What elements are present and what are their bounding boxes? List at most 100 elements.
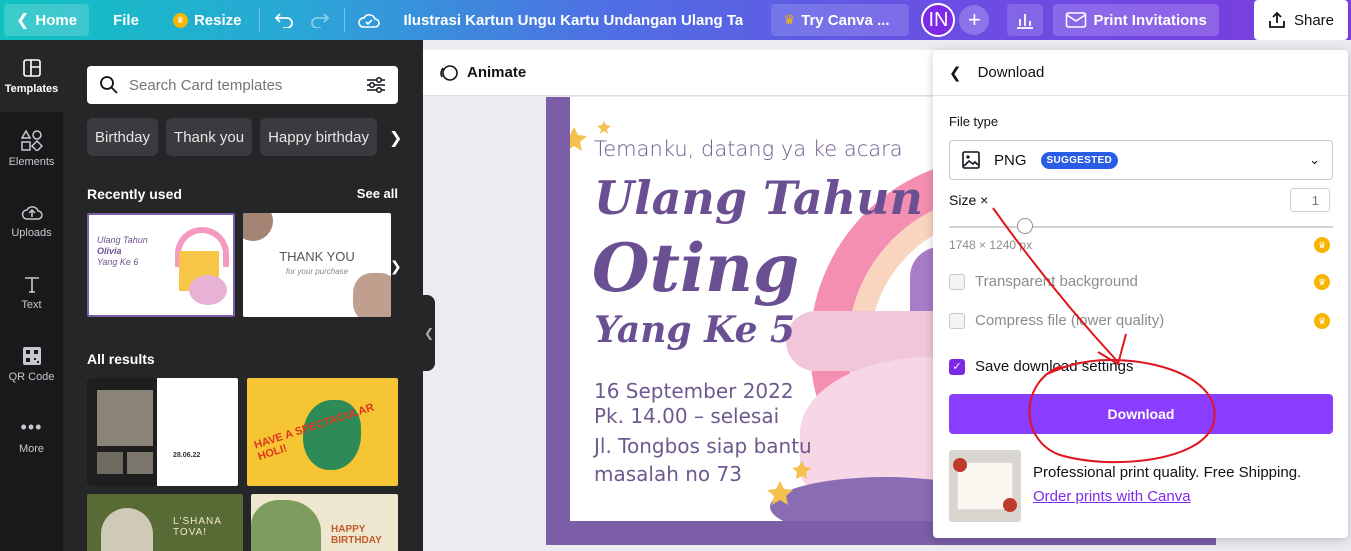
animate-button[interactable]: Animate [439, 63, 526, 83]
photo [97, 452, 123, 474]
templates-icon [22, 58, 41, 77]
chevron-right-icon[interactable]: ❯ [389, 128, 402, 148]
rail-item-elements[interactable]: Elements [0, 112, 63, 184]
back-arrow-icon[interactable]: ❮ [949, 64, 962, 82]
chip-thank-you[interactable]: Thank you [166, 118, 253, 156]
rose-graphic [953, 458, 967, 472]
cloud-save-status[interactable] [351, 4, 387, 36]
chevron-down-icon: ⌄ [1309, 152, 1320, 167]
order-prints-link[interactable]: Order prints with Canva [1033, 488, 1191, 505]
promo-text: Professional print quality. Free Shippin… [1033, 464, 1302, 481]
size-input[interactable]: 1 [1290, 188, 1330, 212]
chip-happy-birthday[interactable]: Happy birthday [260, 118, 377, 156]
add-collaborator-button[interactable]: + [959, 5, 990, 35]
tree-graphic [251, 500, 321, 551]
unicorn-graphic [189, 275, 227, 305]
event-date: 16 September 2022 [594, 379, 794, 403]
recent-template-2[interactable]: THANK YOU for your purchase [243, 213, 391, 317]
home-label: Home [35, 11, 78, 29]
download-panel: ❮ Download File type PNG SUGGESTED ⌄ Siz… [933, 50, 1348, 538]
option-label: Transparent background [975, 273, 1138, 290]
chip-birthday[interactable]: Birthday [87, 118, 159, 156]
envelope-icon [1066, 12, 1087, 28]
rail-label: QR Code [8, 370, 55, 383]
size-slider-track[interactable] [949, 226, 1333, 228]
size-slider-knob[interactable] [1017, 218, 1033, 234]
rail-item-uploads[interactable]: Uploads [0, 184, 63, 256]
chevron-left-icon: ❮ [423, 326, 435, 340]
document-title[interactable]: Ilustrasi Kartun Ungu Kartu Undangan Ula… [403, 12, 743, 29]
top-bar: ❮ Home File ♛ Resize Ilustrasi Kartun Un… [0, 0, 1351, 40]
download-button[interactable]: Download [949, 394, 1333, 434]
all-results-heading: All results [87, 351, 155, 367]
resize-button[interactable]: ♛ Resize [161, 4, 254, 36]
print-label: Print Invitations [1093, 11, 1207, 29]
download-title: Download [977, 64, 1045, 81]
search-placeholder: Search Card templates [129, 76, 283, 94]
search-input[interactable]: Search Card templates [87, 66, 398, 104]
rail-label: Text [21, 298, 42, 311]
thumb-date: 28.06.22 [173, 452, 201, 459]
editor-toolbar: Animate [423, 50, 943, 96]
result-template-4[interactable]: HAPPY BIRTHDAY [251, 494, 398, 551]
text-icon [24, 276, 39, 293]
save-settings-option[interactable]: ✓ Save download settings [949, 358, 1133, 375]
rail-item-more[interactable]: ••• More [0, 400, 63, 472]
upload-icon [21, 205, 43, 220]
qr-code-icon [22, 346, 41, 365]
redo-icon [311, 13, 330, 28]
card-title-line-2: Oting [592, 229, 800, 307]
checkbox-checked[interactable]: ✓ [949, 358, 965, 375]
result-template-2[interactable]: HAVE A SPECTACULAR HOLI! [247, 378, 398, 486]
file-label: File [113, 11, 139, 29]
file-type-value: PNG [994, 151, 1027, 169]
result-template-1[interactable]: 28.06.22 [87, 378, 238, 486]
collapse-panel-button[interactable]: ❮ [423, 295, 435, 371]
file-type-select[interactable]: PNG SUGGESTED ⌄ [949, 140, 1333, 180]
chevron-right-icon[interactable]: ❯ [390, 258, 402, 275]
couple-photo [97, 390, 153, 446]
see-all-link[interactable]: See all [357, 186, 398, 201]
home-button[interactable]: ❮ Home [4, 4, 90, 36]
more-icon: ••• [20, 417, 43, 437]
insights-button[interactable] [1007, 4, 1044, 36]
file-menu-button[interactable]: File [101, 4, 151, 36]
crown-icon: ♛ [1314, 313, 1330, 329]
suggested-badge: SUGGESTED [1040, 151, 1119, 169]
recent-template-1[interactable]: Ulang Tahun Olivia Yang Ke 6 [87, 213, 235, 317]
filter-icon[interactable] [366, 76, 386, 94]
print-invitations-button[interactable]: Print Invitations [1053, 4, 1219, 36]
undo-button[interactable] [266, 4, 302, 36]
invite-line: Temanku, datang ya ke acara [594, 137, 903, 161]
thumb-title: L'SHANA TOVA! [173, 516, 222, 538]
print-preview-image [949, 450, 1021, 522]
file-type-label: File type [949, 114, 999, 129]
animate-label: Animate [467, 64, 527, 81]
animate-icon [440, 64, 458, 81]
checkbox[interactable] [949, 273, 965, 290]
templates-panel: Search Card templates Birthday Thank you… [63, 40, 423, 551]
bar-chart-icon [1017, 14, 1034, 29]
thumb-title: THANK YOU [279, 249, 355, 264]
result-template-3[interactable]: L'SHANA TOVA! [87, 494, 243, 551]
try-label: Try Canva ... [801, 11, 890, 29]
redo-button[interactable] [302, 4, 338, 36]
crown-icon: ♛ [1314, 274, 1330, 290]
avatar[interactable]: IN [921, 3, 956, 37]
checkbox[interactable] [949, 312, 965, 329]
left-rail: Templates Elements Uploads Text QR Code … [0, 40, 63, 551]
chevron-left-icon: ❮ [16, 12, 30, 29]
thumb-title: HAPPY BIRTHDAY [331, 524, 382, 546]
undo-icon [275, 13, 294, 28]
photo-arch [101, 508, 153, 551]
try-canva-pro-button[interactable]: ♛ Try Canva ... [771, 4, 910, 36]
share-icon [1269, 11, 1285, 28]
rail-item-qr-code[interactable]: QR Code [0, 328, 63, 400]
transparent-background-option[interactable]: Transparent background [949, 273, 1138, 290]
compress-file-option[interactable]: Compress file (lower quality) [949, 312, 1164, 329]
elements-icon [20, 128, 43, 151]
rail-item-templates[interactable]: Templates [0, 40, 63, 112]
crown-icon: ♛ [783, 12, 796, 27]
share-button[interactable]: Share [1254, 0, 1348, 40]
rail-item-text[interactable]: Text [0, 256, 63, 328]
